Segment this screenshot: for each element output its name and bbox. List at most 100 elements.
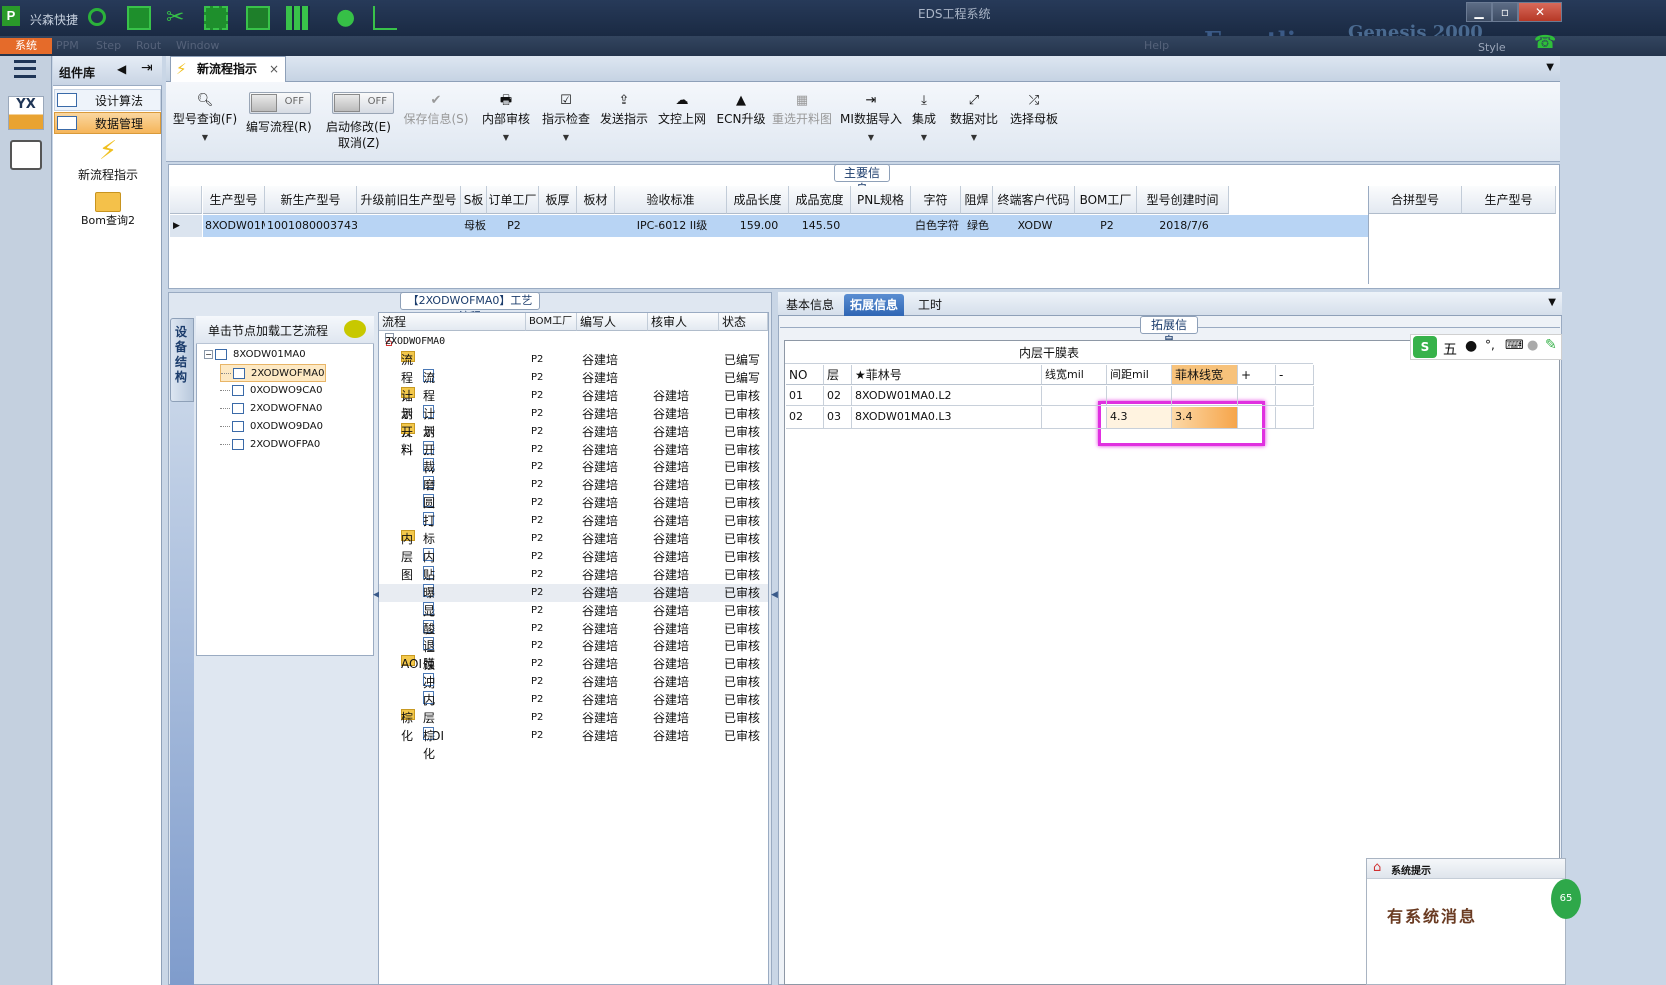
main-info-header[interactable]: 验收标准	[615, 186, 727, 214]
main-info-cell[interactable]: 145.50	[789, 215, 851, 237]
main-info-header[interactable]: 型号创建时间	[1137, 186, 1229, 214]
main-info-header[interactable]: 升级前旧生产型号	[357, 186, 461, 214]
toolbar-button-5[interactable]: ▲ ECN升级	[714, 92, 768, 152]
main-info-header[interactable]: 板厚	[539, 186, 577, 214]
checkbox-icon[interactable]	[233, 367, 245, 379]
tab-basic-info[interactable]: 基本信息	[780, 294, 840, 316]
splitter-handle-icon[interactable]: ◀	[771, 590, 778, 600]
flow-row[interactable]: 贴膜P2谷建培谷建培已审核	[379, 565, 768, 600]
main-info-header[interactable]: 阻焊	[961, 186, 993, 214]
film-table-cell[interactable]: 02	[824, 386, 852, 406]
flow-row[interactable]: 显影P2谷建培谷建培已审核	[379, 601, 768, 636]
flow-row[interactable]: 圆角P2谷建培谷建培已审核	[379, 494, 768, 528]
film-table-cell[interactable]	[1107, 386, 1172, 406]
sidebar-item-design-algorithm[interactable]: 设计算法	[54, 89, 161, 111]
tool-bom-query[interactable]: Bom查询2	[60, 192, 156, 236]
film-table-header[interactable]: +	[1238, 365, 1276, 385]
flow-row[interactable]: 开料P2谷建培谷建培已审核	[379, 440, 768, 475]
tab-new-flow[interactable]: ⚡ 新流程指示 ×	[170, 56, 286, 82]
film-table-cell[interactable]: 01	[786, 386, 824, 406]
scissors-icon[interactable]: ✂	[166, 6, 190, 30]
flow-row[interactable]: 棕化 P2 谷建培 谷建培 已审核	[379, 726, 768, 761]
collapse-left-icon[interactable]: ◀	[117, 62, 126, 76]
film-table-cell[interactable]: 8XODW01MA0.L2	[852, 386, 1042, 406]
menu-rout[interactable]: Rout	[136, 39, 161, 52]
main-info-cell[interactable]	[851, 215, 911, 237]
chart-icon[interactable]	[373, 6, 397, 30]
main-info-header[interactable]: 板材	[577, 186, 615, 214]
moon-icon[interactable]: ●	[1465, 338, 1477, 354]
chat-bubble-icon[interactable]	[344, 320, 366, 338]
checkbox-icon[interactable]	[232, 402, 244, 414]
dock-icon[interactable]: ⇥	[141, 60, 153, 76]
main-info-cell[interactable]	[539, 215, 577, 237]
style-label[interactable]: Style	[1478, 41, 1506, 54]
main-info-cell[interactable]: XODW	[993, 215, 1075, 237]
toolbar-button-3[interactable]: ⇪ 发送指示	[596, 92, 652, 152]
main-info-header[interactable]: BOM工厂	[1075, 186, 1137, 214]
tree-node[interactable]: 2XODWOFMA0	[220, 364, 326, 382]
menu-step[interactable]: Step	[96, 39, 121, 52]
film-table-cell[interactable]: 8XODW01MA0.L3	[852, 407, 1042, 429]
main-info-cell[interactable]: 10010800037432	[265, 215, 357, 237]
tab-extended-info[interactable]: 拓展信息	[844, 294, 905, 316]
flow-row[interactable]: −计划投料P2谷建培谷建培已审核	[379, 386, 768, 457]
tree-node[interactable]: 0XODWO9CA0	[220, 382, 322, 400]
main-info-cell[interactable]: 8XODW01MA0	[203, 215, 265, 237]
flow-row[interactable]: 打标 P2 谷建培 谷建培 已审核	[379, 512, 768, 546]
film-table-header[interactable]: 线宽mil	[1042, 365, 1107, 385]
flow-row[interactable]: 内层前处理P2谷建培谷建培已审核	[379, 547, 768, 636]
main-info-cell[interactable]: 2018/7/6	[1137, 215, 1229, 237]
main-info-cell[interactable]: IPC-6012 II级	[615, 215, 727, 237]
film-table-cell[interactable]: 02	[786, 407, 824, 429]
main-info-cell[interactable]: 母板	[461, 215, 487, 237]
detail-tab-menu-icon[interactable]: ▼	[1548, 297, 1556, 308]
film-table-header[interactable]: 间距mil	[1107, 365, 1172, 385]
tool-new-flow[interactable]: ⚡ 新流程指示	[60, 136, 156, 186]
system-button[interactable]: 系统	[0, 38, 52, 54]
film-icon[interactable]	[204, 6, 228, 30]
dropdown-arrow-icon[interactable]: ▼	[838, 133, 904, 142]
search-icon[interactable]	[88, 8, 106, 26]
toolbar-button-7[interactable]: ⇥ MI数据导入 ▼	[838, 92, 904, 152]
film-table-cell[interactable]: 4.3	[1107, 407, 1172, 429]
toolbar-button-10[interactable]: ⤮ 选择母板	[1006, 92, 1062, 152]
sidebar-item-data-management[interactable]: 数据管理	[54, 112, 161, 134]
tab-work-hours[interactable]: 工时	[912, 294, 948, 316]
user-icon[interactable]: ●	[336, 6, 360, 30]
film-table-cell[interactable]	[1276, 386, 1314, 406]
main-info-header[interactable]: 生产型号	[203, 186, 265, 214]
film-table-header[interactable]: ★菲林号	[852, 365, 1042, 385]
main-info-header[interactable]: 成品长度	[727, 186, 789, 214]
close-button[interactable]: ✕	[1518, 2, 1562, 22]
flow-row[interactable]: 裁切P2谷建培谷建培已审核	[379, 458, 768, 492]
tree-node[interactable]: 2XODWOFPA0	[220, 436, 320, 454]
flow-row[interactable]: 退膜 P2 谷建培 谷建培 已审核	[379, 637, 768, 671]
phone-icon[interactable]: ☎	[1534, 32, 1556, 53]
flow-row[interactable]: −内层图形P2谷建培谷建培已审核	[379, 530, 768, 600]
dropdown-arrow-icon[interactable]: ▼	[906, 133, 942, 142]
film-table-cell[interactable]	[1042, 407, 1107, 429]
main-info-cell[interactable]	[577, 215, 615, 237]
main-info-header[interactable]: 成品宽度	[789, 186, 851, 214]
menu-window[interactable]: Window	[176, 39, 219, 52]
main-info-header[interactable]: 新生产型号	[265, 186, 357, 214]
flow-header[interactable]: BOM工厂	[526, 313, 577, 331]
flow-row[interactable]: 计划投料P2谷建培谷建培已审核	[379, 404, 768, 475]
film-table-cell[interactable]	[1172, 386, 1238, 406]
film-table-header[interactable]: NO	[786, 365, 824, 385]
main-info-header[interactable]: S板	[461, 186, 487, 214]
write-flow-toggle[interactable]: OFF	[249, 92, 311, 114]
checkbox-icon[interactable]	[232, 438, 244, 450]
tree-root[interactable]: −8XODW01MA0	[204, 346, 306, 364]
row-selector-icon[interactable]: ▶	[170, 215, 202, 237]
edit-toggle[interactable]: OFF	[332, 92, 394, 114]
flow-row[interactable]: 冲孔P2谷建培谷建培已审核	[379, 673, 768, 707]
calculator-tool-icon[interactable]	[10, 140, 42, 170]
main-info-header[interactable]: 终端客户代码	[993, 186, 1075, 214]
menu-ppm[interactable]: PPM	[56, 39, 79, 52]
main-info-cell[interactable]: P2	[1075, 215, 1137, 237]
dropdown-arrow-icon[interactable]: ▼	[170, 133, 240, 142]
main-info-header[interactable]: 订单工厂	[487, 186, 539, 214]
tab-device-structure[interactable]: 设备结构	[170, 318, 194, 402]
